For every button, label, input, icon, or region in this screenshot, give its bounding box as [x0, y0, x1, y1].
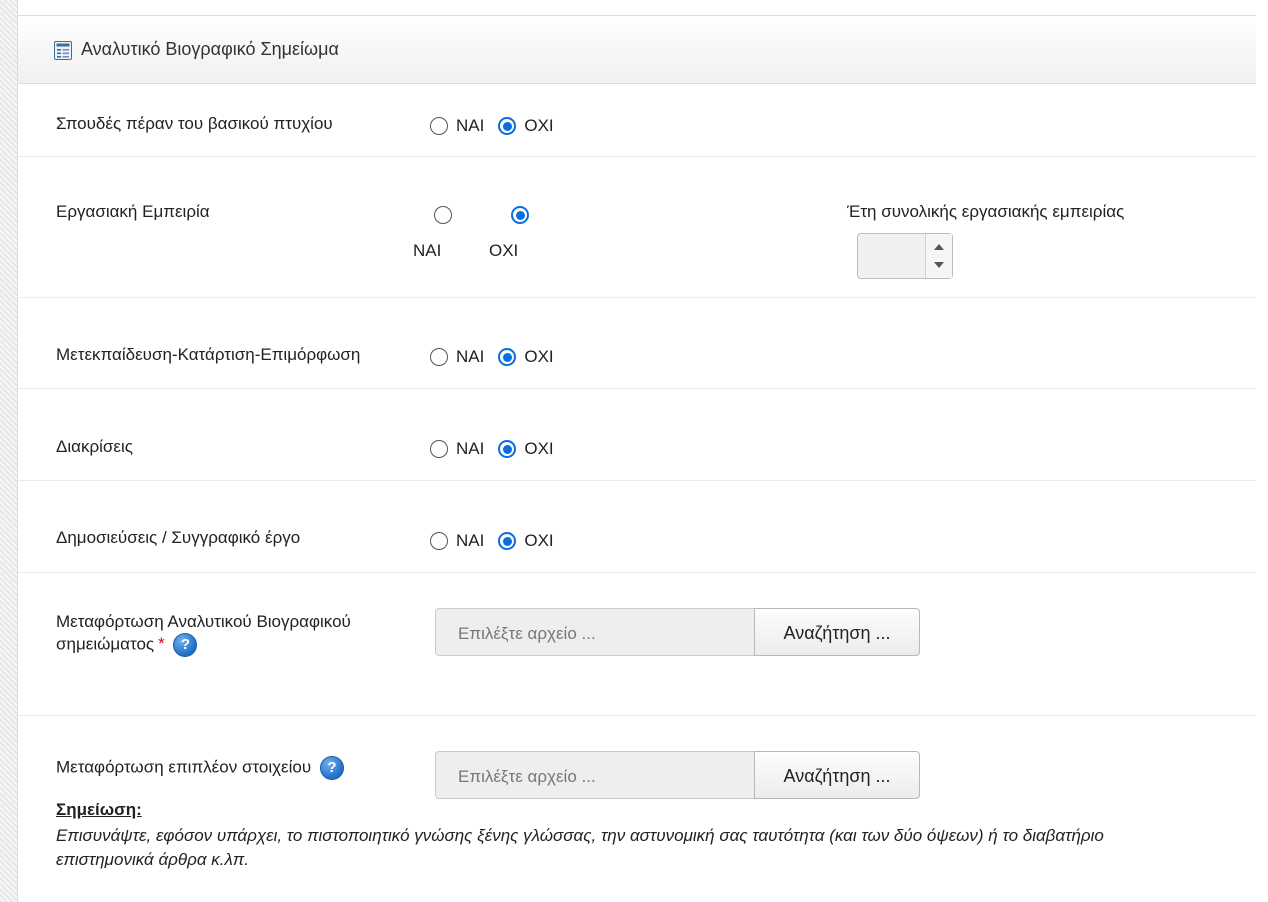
publications-radio-group: ΝΑΙ ΟΧΙ [430, 531, 568, 551]
extra-upload-label-text: Μεταφόρτωση επιπλέον στοιχείου [56, 757, 312, 777]
extra-browse-button[interactable]: Αναζήτηση ... [754, 751, 920, 799]
panel-header: Αναλυτικό Βιογραφικό Σημείωμα [18, 15, 1256, 84]
note-line-2: επιστημονικά άρθρα κ.λπ. [56, 850, 249, 869]
training-label: Μετεκπαίδευση-Κατάρτιση-Επιμόρφωση [56, 345, 361, 364]
question-help-icon[interactable]: ? [319, 756, 344, 780]
training-yes-radio[interactable] [430, 348, 448, 366]
studies-no-radio[interactable] [498, 117, 517, 135]
years-experience-label: Έτη συνολικής εργασιακής εμπειρίας [847, 202, 1125, 221]
years-experience-stepper[interactable] [857, 233, 953, 279]
distinctions-yes-radio[interactable] [430, 440, 448, 458]
note-title: Σημείωση: [56, 800, 142, 819]
training-no-label: ΟΧΙ [524, 347, 554, 366]
note-line-1: Επισυνάψτε, εφόσον υπάρχει, το πιστοποιη… [56, 826, 1104, 845]
training-yes-label: ΝΑΙ [456, 347, 485, 366]
studies-label: Σπουδές πέραν του βασικού πτυχίου [56, 114, 333, 133]
row-divider [18, 715, 1256, 716]
required-asterisk: * [158, 634, 165, 654]
question-help-icon[interactable]: ? [173, 633, 198, 657]
cv-upload-label-line1: Μεταφόρτωση Αναλυτικού Βιογραφικού [56, 612, 351, 631]
cv-upload-label-line2: σημειώματος [56, 634, 155, 654]
distinctions-no-radio[interactable] [498, 440, 517, 458]
experience-yes-label: ΝΑΙ [413, 241, 442, 260]
stepper-arrows [925, 234, 952, 278]
note-text: Επισυνάψτε, εφόσον υπάρχει, το πιστοποιη… [56, 824, 1256, 872]
row-divider [18, 480, 1256, 481]
row-divider [18, 388, 1256, 389]
studies-radio-group: ΝΑΙ ΟΧΙ [430, 116, 568, 136]
studies-no-label: ΟΧΙ [524, 116, 554, 135]
stepper-down-icon[interactable] [934, 262, 944, 268]
cv-browse-button[interactable]: Αναζήτηση ... [754, 608, 920, 656]
row-divider [18, 156, 1256, 157]
extra-upload-label: Μεταφόρτωση επιπλέον στοιχείου ? [56, 756, 344, 780]
document-list-icon [54, 41, 72, 60]
experience-yes-radio[interactable] [434, 206, 452, 224]
publications-no-radio[interactable] [498, 532, 517, 550]
cv-file-upload: Επιλέξτε αρχείο ... Αναζήτηση ... [435, 608, 921, 658]
studies-yes-label: ΝΑΙ [456, 116, 485, 135]
cv-file-input[interactable]: Επιλέξτε αρχείο ... [435, 608, 755, 656]
panel-title: Αναλυτικό Βιογραφικό Σημείωμα [81, 39, 339, 59]
experience-label: Εργασιακή Εμπειρία [56, 202, 210, 221]
studies-yes-radio[interactable] [430, 117, 448, 135]
publications-yes-radio[interactable] [430, 532, 448, 550]
cv-upload-label: Μεταφόρτωση Αναλυτικού Βιογραφικού σημει… [56, 611, 351, 657]
distinctions-radio-group: ΝΑΙ ΟΧΙ [430, 439, 568, 459]
publications-label: Δημοσιεύσεις / Συγγραφικό έργο [56, 528, 301, 547]
distinctions-yes-label: ΝΑΙ [456, 439, 485, 458]
experience-no-radio[interactable] [511, 206, 529, 224]
cv-panel: Αναλυτικό Βιογραφικό Σημείωμα Σπουδές πέ… [18, 0, 1256, 902]
distinctions-label: Διακρίσεις [56, 437, 133, 456]
left-gutter [0, 0, 18, 902]
row-divider [18, 297, 1256, 298]
extra-file-input[interactable]: Επιλέξτε αρχείο ... [435, 751, 755, 799]
extra-file-upload: Επιλέξτε αρχείο ... Αναζήτηση ... [435, 751, 921, 801]
publications-yes-label: ΝΑΙ [456, 531, 485, 550]
row-divider [18, 572, 1256, 573]
publications-no-label: ΟΧΙ [524, 531, 554, 550]
stepper-up-icon[interactable] [934, 244, 944, 250]
training-radio-group: ΝΑΙ ΟΧΙ [430, 347, 568, 367]
distinctions-no-label: ΟΧΙ [524, 439, 554, 458]
training-no-radio[interactable] [498, 348, 517, 366]
experience-no-label: ΟΧΙ [489, 241, 519, 260]
